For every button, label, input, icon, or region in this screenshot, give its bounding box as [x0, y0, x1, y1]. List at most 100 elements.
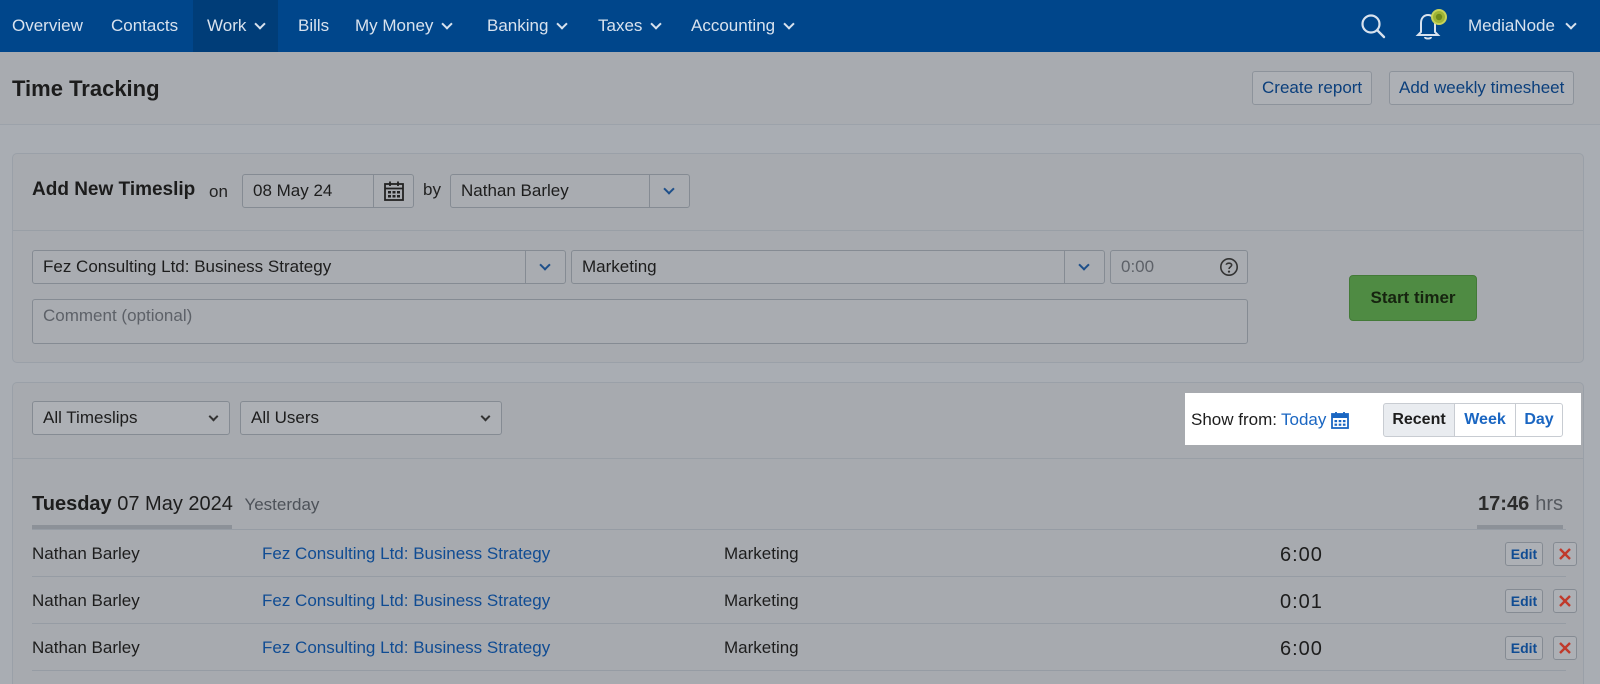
row-task: Marketing	[724, 591, 799, 610]
new-timeslip-panel: Add New Timeslip on 08 May 24 by Nathan …	[12, 153, 1584, 363]
timeslip-row: Nathan Barley Fez Consulting Ltd: Busine…	[32, 624, 1577, 671]
nav-item-contacts[interactable]: Contacts	[111, 0, 178, 52]
date-picker-button[interactable]	[373, 175, 413, 207]
date-value: 08 May 24	[253, 181, 333, 200]
task-select[interactable]: Marketing	[571, 250, 1105, 284]
on-label: on	[209, 182, 228, 201]
row-task: Marketing	[724, 544, 799, 563]
day-relative: Yesterday	[244, 495, 320, 514]
chevron-down-icon	[441, 18, 454, 30]
day-group-heading: Tuesday 07 May 2024 Yesterday	[32, 493, 319, 516]
row-user: Nathan Barley	[32, 591, 140, 610]
calendar-icon[interactable]	[1331, 411, 1349, 429]
comment-placeholder: Comment (optional)	[43, 306, 193, 325]
user-select[interactable]: Nathan Barley	[450, 174, 690, 208]
day-total-unit: hrs	[1535, 493, 1563, 515]
account-menu[interactable]: MediaNode	[1468, 0, 1577, 52]
nav-label: Work	[207, 16, 247, 35]
top-nav: Overview Contacts Work Bills My Money Ba…	[0, 0, 1600, 52]
bell-icon[interactable]	[1412, 8, 1448, 42]
tab-day[interactable]: Day	[1515, 403, 1563, 437]
row-project-link[interactable]: Fez Consulting Ltd: Business Strategy	[262, 591, 550, 611]
tab-week[interactable]: Week	[1454, 403, 1516, 437]
nav-label: Taxes	[598, 16, 643, 35]
timeslips-panel: All Timeslips All Users Show from: Today…	[12, 382, 1584, 684]
edit-button[interactable]: Edit	[1505, 542, 1543, 566]
delete-button[interactable]	[1553, 589, 1577, 613]
close-icon	[1559, 595, 1571, 607]
timeslips-filter-select[interactable]: All Timeslips	[32, 401, 230, 435]
chevron-down-icon	[783, 18, 795, 30]
row-project-link[interactable]: Fez Consulting Ltd: Business Strategy	[262, 544, 550, 564]
nav-item-accounting[interactable]: Accounting	[691, 0, 795, 52]
panel-divider	[13, 230, 1583, 231]
timeslip-row: Nathan Barley Fez Consulting Ltd: Busine…	[32, 530, 1577, 577]
nav-label: Accounting	[691, 16, 776, 35]
chevron-down-icon	[650, 18, 663, 30]
edit-button[interactable]: Edit	[1505, 636, 1543, 660]
timeslip-row: Nathan Barley Fez Consulting Ltd: Busine…	[32, 577, 1577, 624]
nav-item-my-money[interactable]: My Money	[355, 0, 454, 52]
help-icon[interactable]	[1219, 257, 1239, 277]
chevron-down-icon	[208, 411, 219, 422]
search-icon[interactable]	[1360, 13, 1386, 39]
nav-label: Bills	[298, 16, 330, 35]
show-from-date-link[interactable]: Today	[1281, 410, 1326, 430]
nav-item-bills[interactable]: Bills	[298, 0, 329, 52]
comment-field[interactable]: Comment (optional)	[32, 299, 1248, 344]
nav-item-banking[interactable]: Banking	[487, 0, 569, 52]
row-hours: 6:00	[1280, 638, 1323, 660]
chevron-down-icon	[556, 18, 569, 30]
tab-recent[interactable]: Recent	[1383, 403, 1455, 437]
user-select-toggle[interactable]	[649, 175, 689, 207]
date-field[interactable]: 08 May 24	[242, 174, 414, 208]
calendar-icon	[384, 181, 404, 201]
nav-label: Contacts	[111, 16, 179, 35]
hours-input[interactable]: 0:00	[1110, 250, 1248, 284]
chevron-down-icon	[1565, 18, 1577, 30]
chevron-down-icon	[480, 411, 491, 422]
row-task: Marketing	[724, 638, 799, 657]
project-value: Fez Consulting Ltd: Business Strategy	[43, 257, 332, 276]
create-report-button[interactable]: Create report	[1252, 71, 1373, 105]
chevron-down-icon	[254, 18, 267, 30]
hours-placeholder: 0:00	[1121, 257, 1155, 276]
total-underline	[1477, 525, 1563, 529]
new-timeslip-title: Add New Timeslip	[32, 179, 196, 200]
delete-button[interactable]	[1553, 542, 1577, 566]
show-from-label: Show from:	[1191, 410, 1277, 429]
row-user: Nathan Barley	[32, 544, 140, 563]
add-weekly-timesheet-button[interactable]: Add weekly timesheet	[1389, 71, 1575, 105]
project-select[interactable]: Fez Consulting Ltd: Business Strategy	[32, 250, 566, 284]
row-hours: 0:01	[1280, 591, 1323, 613]
nav-label: Overview	[12, 16, 83, 35]
row-user: Nathan Barley	[32, 638, 140, 657]
chevron-down-icon	[539, 259, 551, 271]
day-date: 07 May 2024	[117, 493, 233, 515]
project-select-toggle[interactable]	[525, 251, 565, 283]
show-from-controls: Show from: Today Recent Week Day	[1185, 393, 1581, 445]
nav-item-overview[interactable]: Overview	[12, 0, 83, 52]
by-label: by	[423, 180, 441, 199]
row-project-link[interactable]: Fez Consulting Ltd: Business Strategy	[262, 638, 550, 658]
users-filter-select[interactable]: All Users	[240, 401, 502, 435]
chevron-down-icon	[1078, 259, 1090, 271]
nav-item-work[interactable]: Work	[193, 0, 279, 52]
panel-divider	[13, 458, 1583, 459]
day-total-hours: 17:46	[1478, 493, 1530, 515]
user-value: Nathan Barley	[461, 181, 569, 200]
close-icon	[1559, 548, 1571, 560]
nav-label: My Money	[355, 16, 434, 35]
day-weekday: Tuesday	[32, 493, 112, 515]
task-select-toggle[interactable]	[1064, 251, 1104, 283]
day-total: 17:46 hrs	[1478, 493, 1563, 516]
nav-label: Banking	[487, 16, 549, 35]
delete-button[interactable]	[1553, 636, 1577, 660]
timeslips-filter-value: All Timeslips	[43, 408, 138, 427]
row-hours: 6:00	[1280, 544, 1323, 566]
start-timer-button[interactable]: Start timer	[1349, 275, 1477, 321]
edit-button[interactable]: Edit	[1505, 589, 1543, 613]
close-icon	[1559, 642, 1571, 654]
users-filter-value: All Users	[251, 408, 320, 427]
nav-item-taxes[interactable]: Taxes	[598, 0, 663, 52]
